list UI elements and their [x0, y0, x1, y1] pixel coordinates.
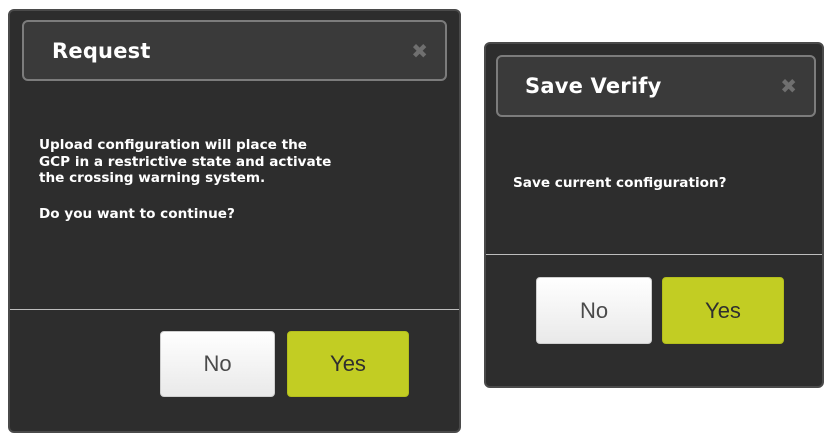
request-dialog-question: Do you want to continue? — [39, 205, 235, 222]
message-line: the crossing warning system. — [39, 170, 266, 186]
save-verify-dialog: Save Verify ✖ Save current configuration… — [484, 42, 824, 388]
close-icon[interactable]: ✖ — [780, 76, 797, 96]
divider — [10, 309, 459, 310]
no-button[interactable]: No — [160, 331, 275, 397]
request-dialog-title: Request — [52, 38, 151, 63]
request-dialog: Request ✖ Upload configuration will plac… — [8, 9, 461, 433]
divider — [486, 254, 822, 255]
yes-button[interactable]: Yes — [287, 331, 409, 397]
request-dialog-message: Upload configuration will place the GCP … — [39, 137, 449, 222]
message-line: Upload configuration will place the — [39, 137, 307, 153]
no-button[interactable]: No — [536, 277, 652, 344]
yes-button[interactable]: Yes — [662, 277, 784, 344]
save-verify-dialog-message: Save current configuration? — [513, 175, 727, 191]
message-line: GCP in a restrictive state and activate — [39, 153, 332, 170]
request-dialog-title-bar: Request ✖ — [22, 20, 447, 81]
save-verify-dialog-title: Save Verify — [525, 74, 662, 98]
close-icon[interactable]: ✖ — [411, 41, 428, 61]
save-verify-dialog-title-bar: Save Verify ✖ — [496, 55, 816, 117]
